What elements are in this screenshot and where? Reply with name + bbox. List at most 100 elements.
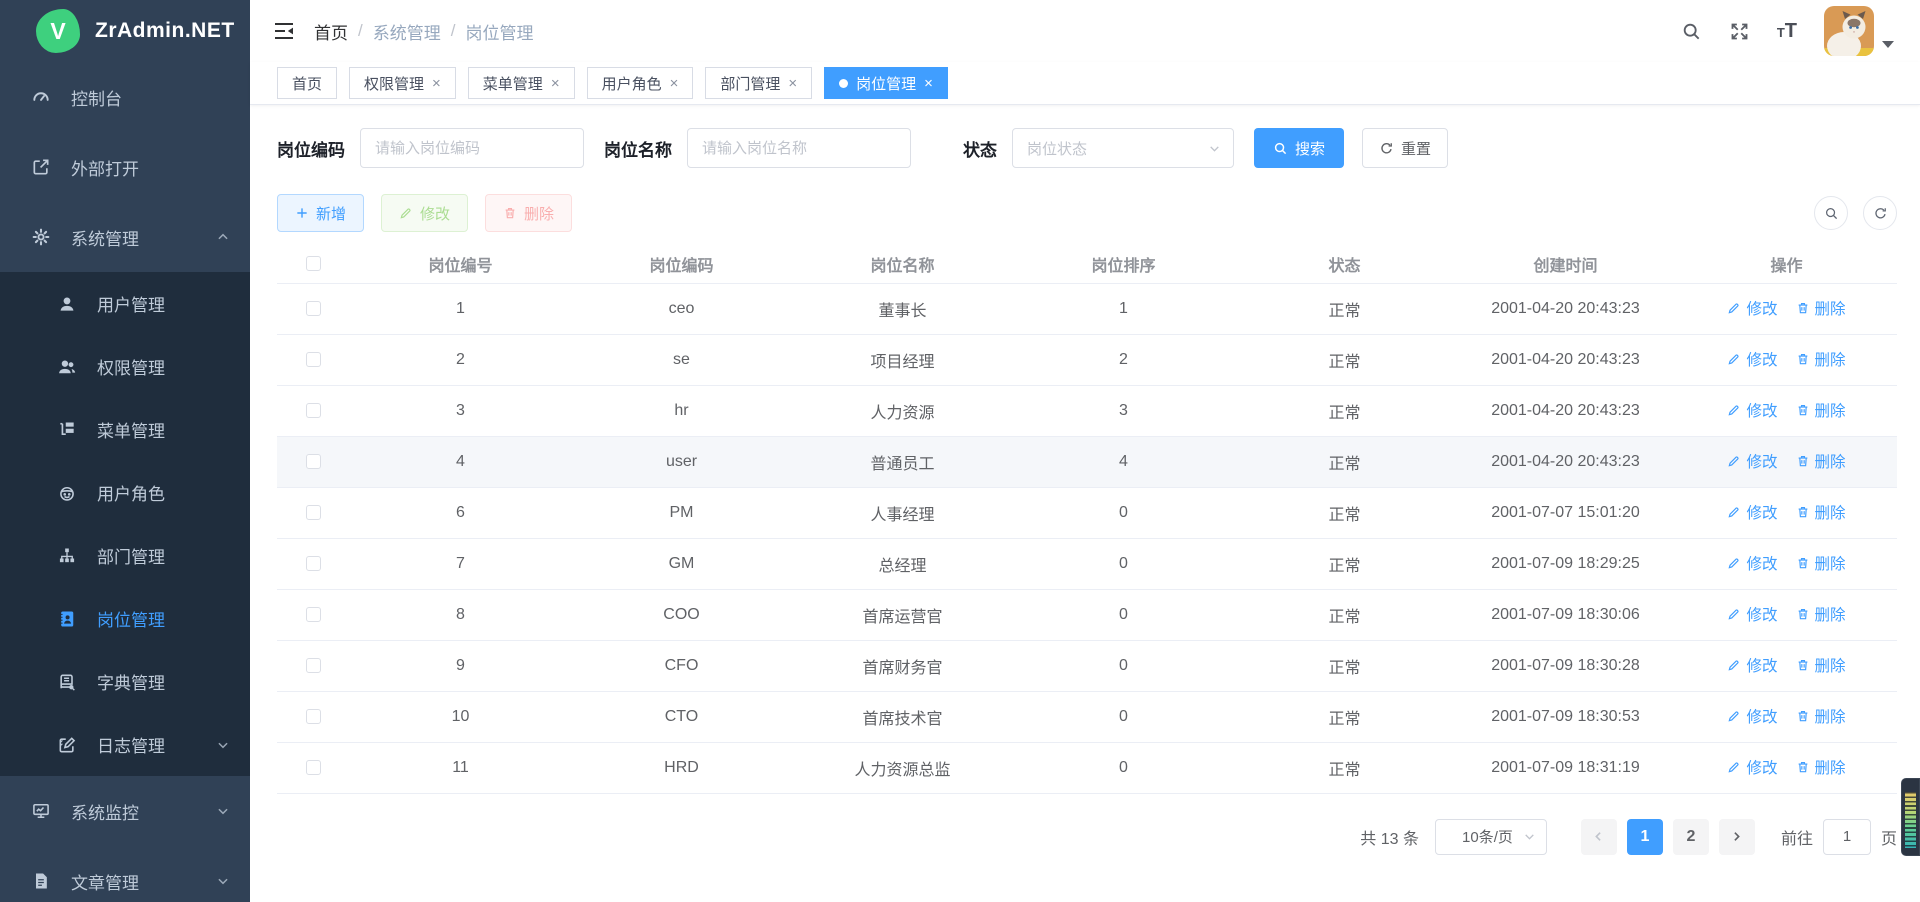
row-delete-link[interactable]: 删除 [1796,450,1846,472]
row-checkbox[interactable] [306,301,321,316]
tab-item[interactable]: 用户角色× [587,67,694,99]
row-checkbox[interactable] [306,403,321,418]
column-header: 状态 [1234,245,1455,283]
prev-page-button[interactable] [1581,819,1617,855]
close-icon[interactable]: × [551,76,560,91]
post-code-input[interactable] [360,128,584,168]
sidebar-item-9[interactable]: 字典管理 [0,650,250,713]
row-edit-link[interactable]: 修改 [1727,297,1777,319]
row-edit-link[interactable]: 修改 [1727,756,1777,778]
add-button[interactable]: 新增 [277,194,364,232]
pencil-icon [1727,301,1741,315]
sidebar-item-12[interactable]: 文章管理 [0,846,250,902]
row-delete-link[interactable]: 删除 [1796,756,1846,778]
close-icon[interactable]: × [432,76,441,91]
column-header: 岗位排序 [1013,245,1234,283]
row-delete-link[interactable]: 删除 [1796,552,1846,574]
row-checkbox[interactable] [306,607,321,622]
sidebar-item-0[interactable]: 控制台 [0,62,250,132]
close-icon[interactable]: × [924,76,933,91]
caret-down-icon[interactable] [1882,41,1894,48]
row-checkbox[interactable] [306,760,321,775]
tab-item[interactable]: 菜单管理× [468,67,575,99]
close-icon[interactable]: × [670,76,679,91]
row-edit-link[interactable]: 修改 [1727,552,1777,574]
row-checkbox[interactable] [306,709,321,724]
row-checkbox[interactable] [306,505,321,520]
tab-item[interactable]: 岗位管理× [824,67,948,99]
cell-created: 2001-07-09 18:29:25 [1455,538,1676,589]
breadcrumb-item[interactable]: 首页 [314,19,348,44]
row-delete-link[interactable]: 删除 [1796,399,1846,421]
search-icon[interactable] [1681,21,1702,42]
row-select-cell [277,640,350,691]
page-size-value: 10条/页 [1452,826,1523,847]
delete-button[interactable]: 删除 [485,194,572,232]
post-name-input[interactable] [687,128,911,168]
refresh-table-icon[interactable] [1863,196,1897,230]
table-body: 1ceo董事长1正常2001-04-20 20:43:23修改删除2se项目经理… [277,283,1897,793]
row-delete-link[interactable]: 删除 [1796,297,1846,319]
row-delete-label: 删除 [1815,348,1846,370]
hide-search-icon[interactable] [1814,196,1848,230]
sidebar-item-11[interactable]: 系统监控 [0,776,250,846]
sidebar-item-4[interactable]: 权限管理 [0,335,250,398]
row-delete-link[interactable]: 删除 [1796,348,1846,370]
row-select-cell [277,538,350,589]
tab-item[interactable]: 部门管理× [705,67,812,99]
row-checkbox[interactable] [306,556,321,571]
edit-button[interactable]: 修改 [381,194,468,232]
tab-item[interactable]: 权限管理× [349,67,456,99]
sidebar-item-6[interactable]: 用户角色 [0,461,250,524]
app-logo[interactable]: V ZrAdmin.NET [0,0,250,62]
row-delete-link[interactable]: 删除 [1796,603,1846,625]
table-toolbar: 新增 修改 删除 [277,194,1897,232]
select-all-checkbox[interactable] [306,256,321,271]
sidebar-item-7[interactable]: 部门管理 [0,524,250,587]
font-size-icon[interactable]: TT [1777,20,1797,43]
row-checkbox[interactable] [306,454,321,469]
sidebar-item-10[interactable]: 日志管理 [0,713,250,776]
row-edit-link[interactable]: 修改 [1727,603,1777,625]
row-delete-link[interactable]: 删除 [1796,705,1846,727]
search-button[interactable]: 搜索 [1254,128,1344,168]
breadcrumb-item[interactable]: 系统管理 [373,19,441,44]
tab-item[interactable]: 首页 [277,67,337,99]
row-delete-link[interactable]: 删除 [1796,654,1846,676]
row-edit-link[interactable]: 修改 [1727,705,1777,727]
filter-form: 岗位编码 岗位名称 状态 岗位状态 搜索 重置 [277,128,1897,168]
sidebar-item-3[interactable]: 用户管理 [0,272,250,335]
cell-post-id: 3 [350,385,571,436]
pagination: 共 13 条 10条/页 12 前往 页 [277,819,1897,855]
goto-page-input[interactable] [1823,819,1871,855]
row-edit-link[interactable]: 修改 [1727,348,1777,370]
next-page-button[interactable] [1719,819,1755,855]
user-menu[interactable] [1824,6,1894,56]
app-root: V ZrAdmin.NET 控制台外部打开系统管理用户管理权限管理菜单管理用户角… [0,0,1920,902]
trash-icon [1796,658,1810,672]
fullscreen-icon[interactable] [1729,21,1750,42]
sidebar-item-1[interactable]: 外部打开 [0,132,250,202]
row-edit-link[interactable]: 修改 [1727,654,1777,676]
page-number-button[interactable]: 2 [1673,819,1709,855]
row-edit-link[interactable]: 修改 [1727,501,1777,523]
row-edit-link[interactable]: 修改 [1727,399,1777,421]
sidebar-item-5[interactable]: 菜单管理 [0,398,250,461]
row-delete-link[interactable]: 删除 [1796,501,1846,523]
row-select-cell [277,334,350,385]
reset-button[interactable]: 重置 [1362,128,1448,168]
logo-letter: V [50,18,65,45]
row-edit-link[interactable]: 修改 [1727,450,1777,472]
page-size-select[interactable]: 10条/页 [1435,819,1547,855]
sidebar-collapse-icon[interactable] [272,19,296,43]
close-icon[interactable]: × [788,76,797,91]
column-header: 创建时间 [1455,245,1676,283]
row-checkbox[interactable] [306,352,321,367]
avatar[interactable] [1824,6,1874,56]
sidebar-item-8[interactable]: 岗位管理 [0,587,250,650]
row-checkbox[interactable] [306,658,321,673]
sidebar-item-2[interactable]: 系统管理 [0,202,250,272]
status-select[interactable]: 岗位状态 [1012,128,1234,168]
page-number-button[interactable]: 1 [1627,819,1663,855]
color-strip-widget[interactable] [1901,778,1920,856]
